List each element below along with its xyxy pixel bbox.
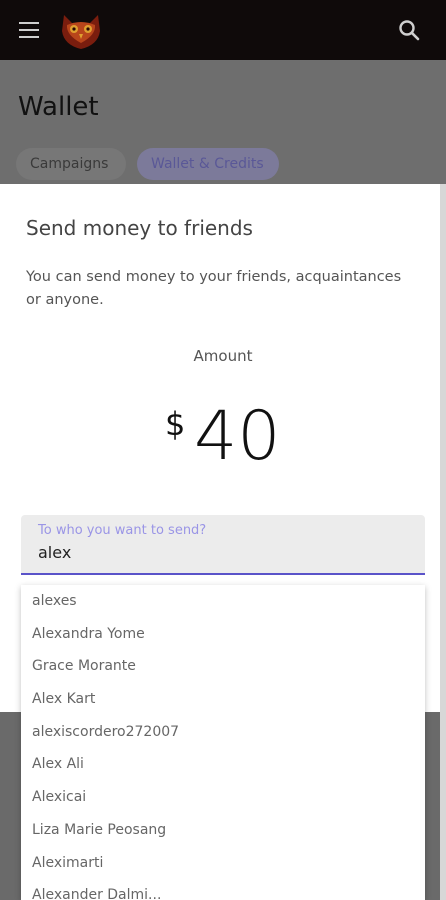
- amount-label: Amount: [193, 347, 253, 365]
- page-title: Wallet: [18, 92, 99, 122]
- suggestion-item[interactable]: Alexicai: [21, 781, 425, 814]
- recipient-input[interactable]: [38, 543, 398, 562]
- suggestion-item[interactable]: Alex Kart: [21, 683, 425, 716]
- recipient-field-label: To who you want to send?: [38, 523, 207, 538]
- suggestion-item[interactable]: Alex Ali: [21, 748, 425, 781]
- hamburger-menu-icon[interactable]: [19, 22, 39, 38]
- suggestion-item[interactable]: Alexandra Yome: [21, 618, 425, 651]
- dialog-title: Send money to friends: [26, 216, 253, 240]
- suggestion-item[interactable]: alexiscordero272007: [21, 716, 425, 749]
- recipient-suggestions-list: alexes Alexandra Yome Grace Morante Alex…: [21, 585, 425, 900]
- search-icon[interactable]: [398, 19, 420, 41]
- top-app-bar: [0, 0, 446, 60]
- suggestion-item[interactable]: alexes: [21, 585, 425, 618]
- suggestion-item[interactable]: Alexander Dalmi...: [21, 879, 425, 900]
- recipient-field[interactable]: To who you want to send?: [21, 515, 425, 575]
- suggestion-item[interactable]: Grace Morante: [21, 650, 425, 683]
- suggestion-item[interactable]: Aleximarti: [21, 847, 425, 880]
- owl-logo[interactable]: [58, 11, 104, 51]
- dialog-description: You can send money to your friends, acqu…: [26, 269, 402, 308]
- scrollbar[interactable]: [440, 184, 446, 900]
- currency-symbol: $: [165, 405, 186, 443]
- amount-value[interactable]: 40: [194, 397, 281, 477]
- tab-wallet-credits[interactable]: Wallet & Credits: [137, 148, 279, 180]
- suggestion-item[interactable]: Liza Marie Peosang: [21, 814, 425, 847]
- tab-campaigns[interactable]: Campaigns: [16, 148, 126, 180]
